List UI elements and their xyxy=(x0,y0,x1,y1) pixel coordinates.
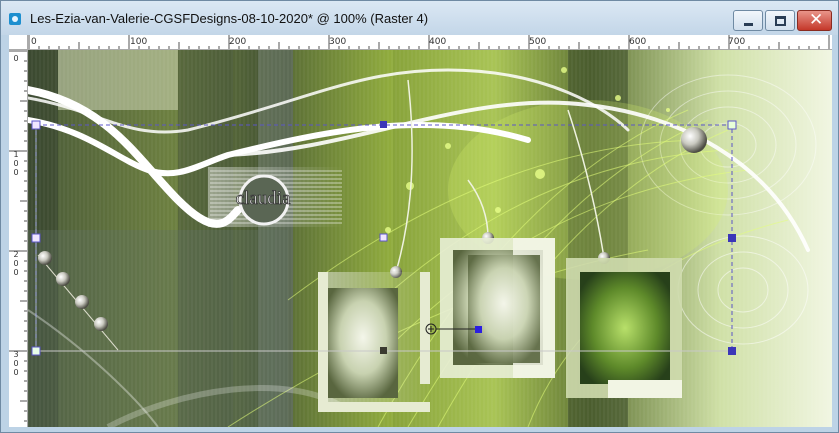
logo-text: claudia xyxy=(236,188,291,209)
maximize-button[interactable] xyxy=(765,10,795,31)
window-title: Les-Ezia-van-Valerie-CGSFDesigns-08-10-2… xyxy=(30,11,429,26)
ruler-corner xyxy=(9,35,28,50)
ruler-label-200: 200 xyxy=(229,37,247,47)
image-canvas[interactable]: claudia xyxy=(28,50,832,427)
maximize-icon xyxy=(775,16,786,26)
vertical-ruler[interactable]: 0 100 200 300 xyxy=(9,50,28,427)
image-window: Les-Ezia-van-Valerie-CGSFDesigns-08-10-2… xyxy=(0,0,839,433)
ruler-label-0: 0 xyxy=(31,37,37,47)
ruler-label-300: 300 xyxy=(329,37,347,47)
frame-right xyxy=(566,258,682,398)
ruler-label-v200: 200 xyxy=(13,250,19,277)
ruler-label-v100: 100 xyxy=(13,150,19,177)
ruler-label-500: 500 xyxy=(529,37,547,47)
horizontal-ruler[interactable]: 0 100 200 300 400 500 600 700 xyxy=(28,35,832,50)
frame-middle xyxy=(440,238,555,378)
minimize-icon xyxy=(744,23,753,26)
ruler-label-600: 600 xyxy=(629,37,647,47)
title-bar[interactable]: Les-Ezia-van-Valerie-CGSFDesigns-08-10-2… xyxy=(1,1,838,35)
ruler-label-100: 100 xyxy=(130,37,148,47)
frame-left xyxy=(318,272,430,412)
close-button[interactable]: ✕ xyxy=(797,10,832,31)
ruler-label-v0: 0 xyxy=(13,54,19,63)
ruler-label-400: 400 xyxy=(429,37,447,47)
close-icon: ✕ xyxy=(809,10,824,30)
minimize-button[interactable] xyxy=(733,10,763,31)
ruler-label-v300: 300 xyxy=(13,350,19,377)
band-bottom-left xyxy=(28,230,288,427)
artwork: claudia xyxy=(28,50,829,427)
app-icon xyxy=(9,13,21,25)
ruler-label-700: 700 xyxy=(728,37,746,47)
